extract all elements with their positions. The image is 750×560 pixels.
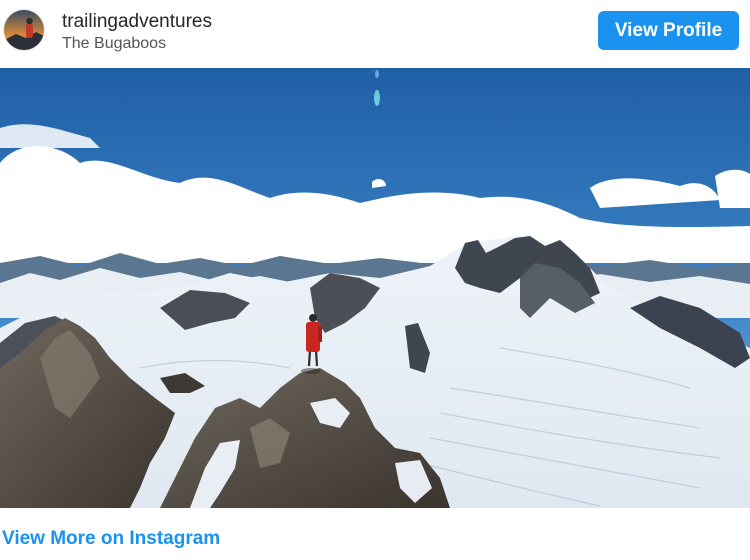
username[interactable]: trailingadventures bbox=[62, 11, 212, 33]
post-header: trailingadventures The Bugaboos View Pro… bbox=[0, 0, 750, 68]
mountain-photo-icon bbox=[0, 68, 750, 508]
post-photo[interactable] bbox=[0, 68, 750, 508]
profile-avatar-icon bbox=[4, 10, 44, 50]
view-profile-button[interactable]: View Profile bbox=[598, 11, 739, 50]
view-more-link[interactable]: View More on Instagram bbox=[2, 528, 220, 550]
location-label[interactable]: The Bugaboos bbox=[62, 35, 166, 53]
avatar[interactable] bbox=[3, 9, 45, 51]
